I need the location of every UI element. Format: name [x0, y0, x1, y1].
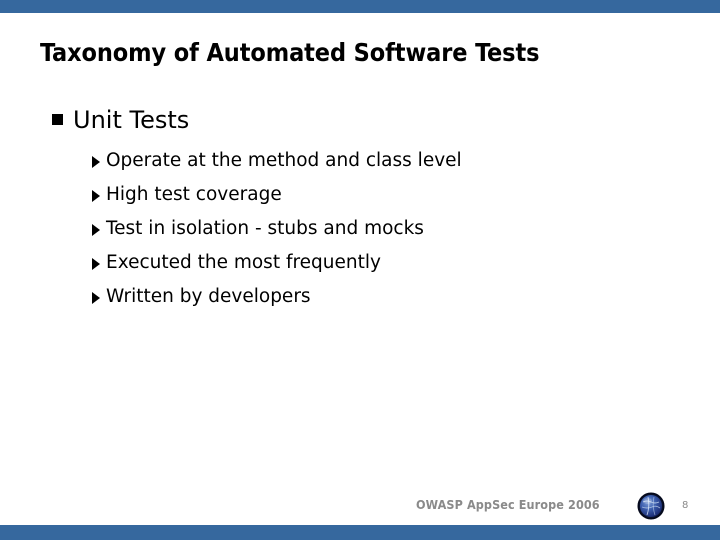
bullet-item-level2-label: Written by developers: [106, 286, 311, 307]
page-number: 8: [682, 500, 689, 511]
bullet-item-level1-label: Unit Tests: [73, 106, 190, 134]
triangle-bullet-icon: [92, 190, 100, 202]
triangle-bullet-icon: [92, 292, 100, 304]
presentation-slide: Taxonomy of Automated Software Tests Uni…: [0, 0, 720, 540]
bullet-item-level2-label: Operate at the method and class level: [106, 150, 462, 171]
triangle-bullet-icon: [92, 156, 100, 168]
bullet-item-level2-label: Test in isolation - stubs and mocks: [106, 218, 424, 239]
triangle-bullet-icon: [92, 224, 100, 236]
bullet-item-level2-label: Executed the most frequently: [106, 252, 381, 273]
bullet-item-level2: Written by developers: [0, 283, 720, 317]
bullet-item-level2: Executed the most frequently: [0, 249, 720, 283]
triangle-bullet-icon: [92, 258, 100, 270]
slide-body: Unit Tests Operate at the method and cla…: [0, 104, 720, 317]
bullet-item-level2: Test in isolation - stubs and mocks: [0, 215, 720, 249]
square-bullet-icon: [52, 114, 63, 125]
owasp-globe-logo-icon: [637, 492, 665, 520]
bullet-item-level2: Operate at the method and class level: [0, 147, 720, 181]
footer-conference-label: OWASP AppSec Europe 2006: [416, 497, 600, 512]
bullet-item-level1: Unit Tests: [0, 104, 720, 138]
top-accent-bar: [0, 0, 720, 13]
bullet-item-level2-label: High test coverage: [106, 184, 282, 205]
bullet-list-level2: Operate at the method and class level Hi…: [0, 147, 720, 317]
page-title: Taxonomy of Automated Software Tests: [40, 38, 540, 67]
bullet-item-level2: High test coverage: [0, 181, 720, 215]
bottom-accent-bar: [0, 525, 720, 540]
